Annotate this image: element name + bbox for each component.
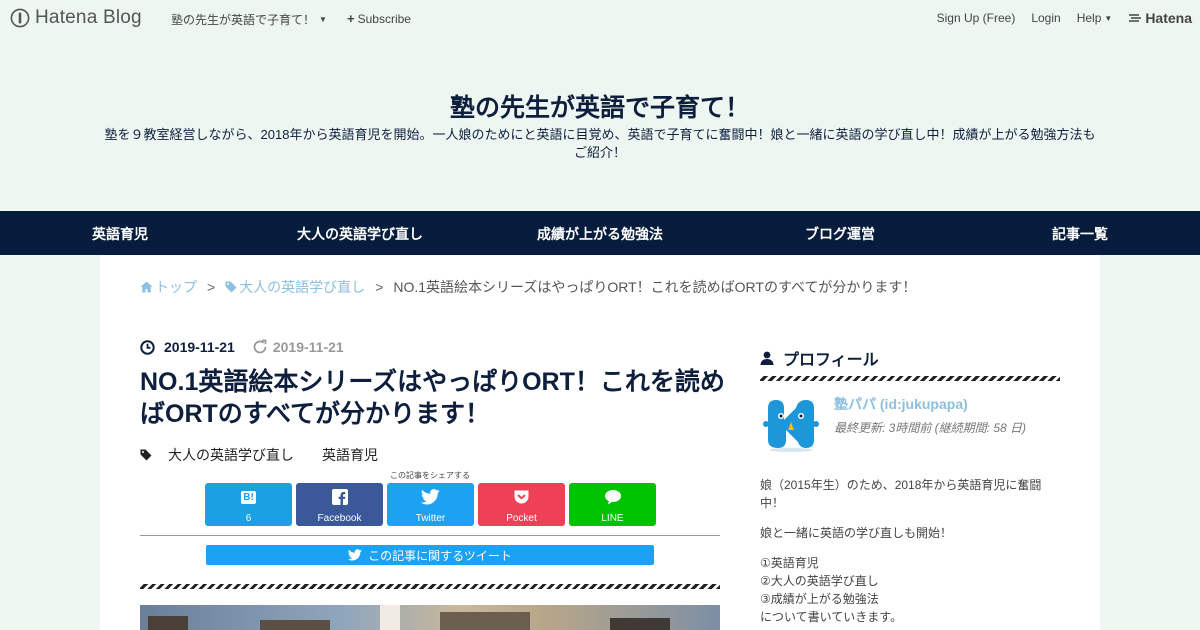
related-tweets-label: この記事に関するツイート <box>368 548 512 563</box>
tags-icon <box>140 449 152 460</box>
hatebu-icon: B! <box>241 490 256 504</box>
breadcrumb-separator: > <box>207 279 216 295</box>
breadcrumb-separator: > <box>375 279 384 295</box>
pocket-icon <box>514 490 529 504</box>
share-facebook-button[interactable]: Facebook <box>296 483 383 526</box>
refresh-icon <box>253 339 267 354</box>
entry-dates: 2019-11-21 2019-11-21 <box>140 339 344 355</box>
hatena-logo[interactable]: Hatena <box>1128 10 1192 26</box>
share-hatebu-button[interactable]: B! 6 <box>205 483 292 526</box>
plus-icon: + <box>347 11 355 26</box>
hatched-divider <box>140 584 720 589</box>
breadcrumb: トップ > 大人の英語学び直し > NO.1英語絵本シリーズはやっぱりORT！こ… <box>140 277 916 297</box>
profile-topic: ①英語育児 <box>760 556 819 570</box>
blog-menu-label: 塾の先生が英語で子育て！ <box>171 13 316 27</box>
nav-item-article-list[interactable]: 記事一覧 <box>1052 224 1108 244</box>
clock-icon <box>140 339 155 355</box>
nav-item-english-parenting[interactable]: 英語育児 <box>92 224 148 244</box>
pocket-label: Pocket <box>506 513 537 524</box>
entry-categories: 大人の英語学び直し 英語育児 <box>140 445 378 465</box>
entry-eyecatch-image <box>140 605 720 630</box>
category-link[interactable]: 英語育児 <box>322 445 378 465</box>
profile-bio: 娘（2015年生）のため、2018年から英語育児に奮闘中！ <box>760 478 1042 510</box>
subscribe-label: Subscribe <box>357 11 411 26</box>
main-content: トップ > 大人の英語学び直し > NO.1英語絵本シリーズはやっぱりORT！こ… <box>100 255 1100 630</box>
hatched-divider <box>760 376 1060 381</box>
blog-title[interactable]: 塾の先生が英語で子育て！ <box>0 88 1200 124</box>
divider <box>140 535 720 536</box>
breadcrumb-category[interactable]: 大人の英語学び直し <box>225 277 365 297</box>
home-icon <box>140 281 153 293</box>
help-menu[interactable]: Help ▼ <box>1077 11 1113 25</box>
profile-topic: について書いていきます。 <box>760 610 903 624</box>
global-header: Hatena Blog 塾の先生が英語で子育て！ ▼ + Subscribe S… <box>0 0 1200 36</box>
blog-menu[interactable]: 塾の先生が英語で子育て！ ▼ <box>171 11 327 28</box>
caret-down-icon: ▼ <box>319 15 327 24</box>
twitter-label: Twitter <box>415 513 446 524</box>
updated-date-text: 2019-11-21 <box>272 339 344 355</box>
breadcrumb-current: NO.1英語絵本シリーズはやっぱりORT！これを読めばORTのすべてが分かります… <box>393 279 917 295</box>
brand-name: Hatena Blog <box>35 7 142 28</box>
sidebar-profile-title: プロフィール <box>760 346 879 370</box>
facebook-label: Facebook <box>317 513 362 524</box>
facebook-icon <box>331 489 348 505</box>
published-date[interactable]: 2019-11-21 <box>140 339 235 355</box>
line-label: LINE <box>601 513 624 524</box>
share-caption: この記事をシェアする <box>390 471 470 480</box>
hatena-label: Hatena <box>1145 10 1192 26</box>
twitter-icon <box>421 489 440 505</box>
related-tweets-button[interactable]: この記事に関するツイート <box>206 545 654 565</box>
breadcrumb-category-label: 大人の英語学び直し <box>239 279 366 295</box>
share-twitter-button[interactable]: Twitter <box>387 483 474 526</box>
line-icon <box>604 490 621 505</box>
hatena-blog-logo-icon <box>10 8 30 28</box>
updated-date: 2019-11-21 <box>252 339 344 355</box>
category-link[interactable]: 大人の英語学び直し <box>168 445 294 465</box>
profile-topic: ③成績が上がる勉強法 <box>760 592 879 606</box>
avatar[interactable] <box>762 394 820 452</box>
share-pocket-button[interactable]: Pocket <box>478 483 565 526</box>
nav-item-blog-management[interactable]: ブログ運営 <box>805 224 875 244</box>
profile-title-text: プロフィール <box>783 352 879 369</box>
profile-bio: 娘と一緒に英語の学び直しも開始！ <box>760 526 953 540</box>
hatena-blog-logo[interactable]: Hatena Blog <box>10 7 142 29</box>
user-icon <box>760 351 774 365</box>
help-label: Help <box>1076 11 1102 25</box>
published-date-text: 2019-11-21 <box>164 339 235 355</box>
nav-item-study-method[interactable]: 成績が上がる勉強法 <box>537 224 663 244</box>
twitter-icon <box>348 549 362 561</box>
breadcrumb-top-label: トップ <box>155 279 197 295</box>
hatebu-count: 6 <box>245 513 252 524</box>
caret-down-icon: ▼ <box>1104 13 1113 23</box>
entry-title[interactable]: NO.1英語絵本シリーズはやっぱりORT！これを読めばORTのすべてが分かります… <box>140 366 730 430</box>
share-line-button[interactable]: LINE <box>569 483 656 526</box>
profile-name[interactable]: 塾パパ (id:jukupapa) <box>834 394 968 414</box>
breadcrumb-top[interactable]: トップ <box>140 277 197 297</box>
blog-description: 塾を９教室経営しながら、2018年から英語育児を開始。一人娘のためにと英語に目覚… <box>104 127 1096 160</box>
profile-topic: ②大人の英語学び直し <box>760 574 879 588</box>
login-link[interactable]: Login <box>1031 11 1060 25</box>
tag-icon <box>225 281 237 293</box>
share-buttons: B! 6 Facebook Twitter Pocket LINE <box>205 483 656 526</box>
nav-item-adult-english[interactable]: 大人の英語学び直し <box>297 224 423 244</box>
global-nav: 英語育児 大人の英語学び直し 成績が上がる勉強法 ブログ運営 記事一覧 <box>0 211 1200 255</box>
profile-last-update: 最終更新: 3時間前 (継続期間: 58 日) <box>834 421 1027 435</box>
hatena-mark-icon <box>1129 14 1142 22</box>
subscribe-button[interactable]: + Subscribe <box>347 11 411 26</box>
signup-link[interactable]: Sign Up (Free) <box>937 11 1016 25</box>
